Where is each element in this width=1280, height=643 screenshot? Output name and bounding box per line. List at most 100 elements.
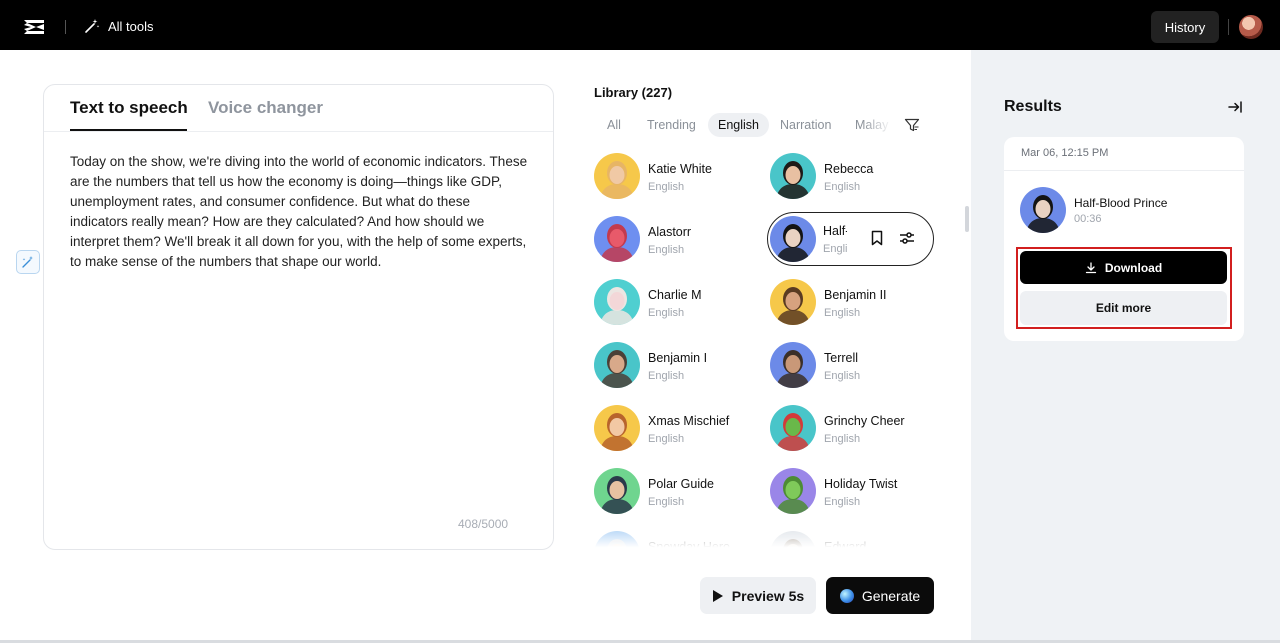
voice-language: English (824, 181, 861, 193)
voice-list: Katie White English Rebecca English Alastorr… (590, 150, 940, 550)
result-voice-name: Half-Blood Prince (1074, 196, 1168, 210)
all-tools-label: All tools (108, 18, 154, 34)
generate-label: Generate (861, 587, 921, 604)
play-icon (712, 589, 723, 602)
voice-item[interactable]: Snowday HeroEnglish (591, 528, 761, 550)
collapse-panel-icon[interactable] (1227, 99, 1243, 115)
voice-avatar (770, 342, 816, 388)
voice-avatar (770, 153, 816, 199)
tab-text-to-speech[interactable]: Text to speech (70, 98, 188, 118)
voice-item[interactable]: Holiday Twist English (767, 465, 937, 517)
filter-icon[interactable] (904, 117, 920, 133)
voice-name: Half-Blood Prince (823, 224, 847, 238)
voice-item[interactable]: Benjamin II English (767, 276, 937, 328)
result-voice-avatar (1020, 187, 1066, 233)
script-text-area[interactable]: Today on the show, we're diving into the… (70, 152, 530, 272)
voice-avatar (594, 531, 640, 550)
topbar-divider (65, 20, 66, 34)
voice-item[interactable]: Rebecca English (767, 150, 937, 202)
download-button[interactable]: Download (1020, 251, 1227, 284)
voice-name: Terrell (824, 351, 859, 365)
voice-language: English (648, 370, 685, 382)
voice-language: English (648, 181, 685, 193)
voice-settings-icon[interactable] (898, 229, 916, 247)
voice-item[interactable]: Xmas Mischief English (591, 402, 761, 454)
results-title: Results (1004, 98, 1062, 115)
result-duration: 00:36 (1074, 213, 1102, 225)
edit-more-button[interactable]: Edit more (1020, 291, 1227, 325)
filter-tab-narration[interactable]: Narration (770, 113, 841, 137)
voice-avatar (594, 468, 640, 514)
voice-avatar (770, 405, 816, 451)
voice-name: Rebecca (824, 162, 874, 176)
filter-tab-english[interactable]: English (708, 113, 769, 137)
voice-item[interactable]: Alastorr English (591, 213, 761, 265)
voice-language: English (823, 243, 847, 255)
voice-avatar (594, 216, 640, 262)
active-tab-indicator (70, 129, 187, 131)
top-bar: All tools History (0, 0, 1280, 50)
voice-language: English (824, 370, 861, 382)
download-label: Download (1104, 260, 1163, 275)
ai-write-button[interactable] (16, 250, 40, 274)
generate-orb-icon (839, 588, 854, 603)
voice-language: English (648, 496, 685, 508)
voice-item[interactable]: Grinchy Cheer English (767, 402, 937, 454)
voice-language: English (824, 307, 861, 319)
history-button[interactable]: History (1151, 11, 1219, 43)
library-title: Library (227) (594, 85, 673, 100)
voice-name: Alastorr (648, 225, 692, 239)
voice-avatar (770, 279, 816, 325)
voice-language: English (824, 433, 861, 445)
editor-tabs: Text to speech Voice changer (44, 85, 553, 132)
voice-name: Katie White (648, 162, 712, 176)
generate-button[interactable]: Generate (826, 577, 934, 614)
voice-language: English (648, 433, 685, 445)
voice-item[interactable]: Polar Guide English (591, 465, 761, 517)
voice-name: Benjamin II (824, 288, 887, 302)
download-icon (1085, 261, 1096, 273)
filter-tab-trending[interactable]: Trending (637, 113, 706, 137)
voice-avatar (594, 279, 640, 325)
voice-avatar (770, 468, 816, 514)
result-date: Mar 06, 12:15 PM (1021, 147, 1109, 159)
result-divider (1004, 170, 1244, 171)
library-filter-tabs: All Trending English Narration Malay (594, 113, 924, 137)
voice-item[interactable]: EdwardEnglish (767, 528, 937, 550)
voice-item[interactable]: Half-Blood Prince English (767, 212, 934, 266)
voice-avatar (594, 153, 640, 199)
voice-name: Xmas Mischief (648, 414, 730, 428)
voice-item[interactable]: Benjamin I English (591, 339, 761, 391)
magic-wand-icon (85, 19, 100, 33)
voice-list-scrollbar[interactable] (965, 206, 969, 232)
voice-item[interactable]: Katie White English (591, 150, 761, 202)
voice-name: Holiday Twist (824, 477, 898, 491)
topbar-separator (1228, 19, 1229, 35)
preview-button[interactable]: Preview 5s (700, 577, 816, 614)
voice-name: Charlie M (648, 288, 702, 302)
capcut-logo-icon[interactable] (22, 16, 46, 38)
tab-voice-changer[interactable]: Voice changer (208, 98, 323, 118)
filter-tab-malay[interactable]: Malay (845, 113, 898, 137)
user-avatar[interactable] (1239, 15, 1263, 39)
voice-name: Polar Guide (648, 477, 715, 491)
magic-pen-icon (22, 256, 33, 268)
all-tools-button[interactable]: All tools (84, 18, 154, 34)
voice-language: English (824, 496, 861, 508)
voice-name: Snowday Hero (648, 540, 730, 550)
voice-avatar (770, 216, 816, 262)
voice-item[interactable]: Terrell English (767, 339, 937, 391)
voice-avatar (770, 531, 816, 550)
voice-item[interactable]: Charlie M English (591, 276, 761, 328)
character-counter: 408/5000 (458, 517, 509, 531)
voice-avatar (594, 342, 640, 388)
filter-tab-all[interactable]: All (597, 113, 631, 137)
text-editor-panel: Text to speech Voice changer Today on th… (43, 84, 554, 550)
voice-name: Grinchy Cheer (824, 414, 905, 428)
bookmark-icon[interactable] (868, 229, 886, 247)
voice-name: Edward (824, 540, 867, 550)
voice-language: English (648, 244, 685, 256)
voice-actions (868, 229, 916, 247)
preview-label: Preview 5s (731, 587, 805, 604)
voice-avatar (594, 405, 640, 451)
